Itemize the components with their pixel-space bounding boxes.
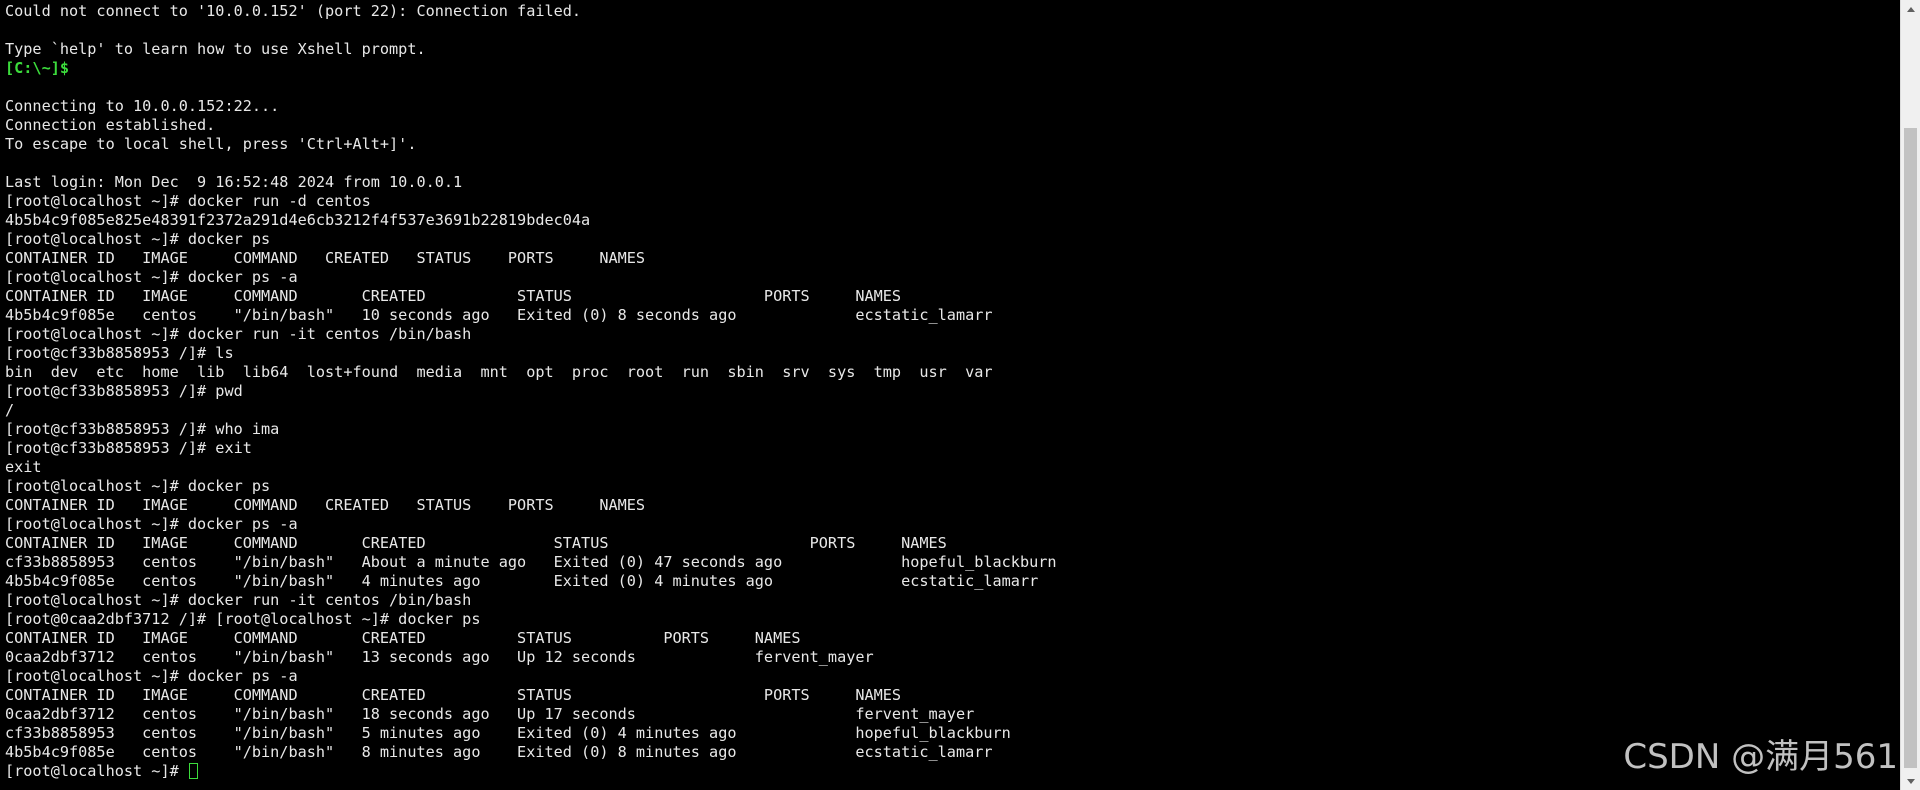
- terminal-line-text: Could not connect to '10.0.0.152' (port …: [5, 2, 582, 20]
- terminal-line-text: /: [5, 401, 15, 419]
- terminal-line: exit: [5, 458, 1057, 477]
- terminal-line-text: 4b5b4c9f085e centos "/bin/bash" 10 secon…: [5, 306, 993, 324]
- terminal-line-text: 4b5b4c9f085e centos "/bin/bash" 8 minute…: [5, 743, 993, 761]
- terminal-line-text: CONTAINER ID IMAGE COMMAND CREATED STATU…: [5, 534, 947, 552]
- terminal-line: CONTAINER ID IMAGE COMMAND CREATED STATU…: [5, 287, 1057, 306]
- terminal-line: [root@cf33b8858953 /]# pwd: [5, 382, 1057, 401]
- terminal-line: 4b5b4c9f085e centos "/bin/bash" 8 minute…: [5, 743, 1057, 762]
- terminal-line: Could not connect to '10.0.0.152' (port …: [5, 2, 1057, 21]
- terminal-line-text: [root@0caa2dbf3712 /]# [root@localhost ~…: [5, 610, 481, 628]
- terminal-lines: Could not connect to '10.0.0.152' (port …: [5, 2, 1057, 781]
- terminal-line: [root@localhost ~]# docker run -it cento…: [5, 325, 1057, 344]
- terminal-line: cf33b8858953 centos "/bin/bash" About a …: [5, 553, 1057, 572]
- terminal-line: [root@localhost ~]#: [5, 762, 1057, 781]
- terminal-line: 4b5b4c9f085e centos "/bin/bash" 4 minute…: [5, 572, 1057, 591]
- terminal-line: [root@cf33b8858953 /]# exit: [5, 439, 1057, 458]
- terminal-line-text: [root@localhost ~]# docker ps: [5, 477, 271, 495]
- terminal-line: [root@localhost ~]# docker ps: [5, 477, 1057, 496]
- terminal-line-text: CONTAINER ID IMAGE COMMAND CREATED STATU…: [5, 287, 902, 305]
- terminal-line-text: Last login: Mon Dec 9 16:52:48 2024 from…: [5, 173, 463, 191]
- terminal-line-text: [root@localhost ~]# docker ps: [5, 230, 271, 248]
- terminal-line-text: 4b5b4c9f085e825e48391f2372a291d4e6cb3212…: [5, 211, 591, 229]
- terminal-line: CONTAINER ID IMAGE COMMAND CREATED STATU…: [5, 629, 1057, 648]
- terminal-line: [root@localhost ~]# docker run -it cento…: [5, 591, 1057, 610]
- terminal-line: 0caa2dbf3712 centos "/bin/bash" 18 secon…: [5, 705, 1057, 724]
- terminal-line: CONTAINER ID IMAGE COMMAND CREATED STATU…: [5, 496, 1057, 515]
- local-shell-prompt: [C:\~]$: [5, 59, 1057, 78]
- terminal-line: [root@cf33b8858953 /]# ls: [5, 344, 1057, 363]
- terminal-line-text: Connecting to 10.0.0.152:22...: [5, 97, 280, 115]
- terminal-line: 0caa2dbf3712 centos "/bin/bash" 13 secon…: [5, 648, 1057, 667]
- terminal-line: Last login: Mon Dec 9 16:52:48 2024 from…: [5, 173, 1057, 192]
- terminal-line: Connection established.: [5, 116, 1057, 135]
- terminal-line: bin dev etc home lib lib64 lost+found me…: [5, 363, 1057, 382]
- terminal-line: [root@localhost ~]# docker ps: [5, 230, 1057, 249]
- chevron-up-icon: [1906, 6, 1915, 12]
- terminal-line-text: To escape to local shell, press 'Ctrl+Al…: [5, 135, 417, 153]
- terminal-line-text: CONTAINER ID IMAGE COMMAND CREATED STATU…: [5, 249, 646, 267]
- vertical-scrollbar[interactable]: [1900, 0, 1920, 790]
- terminal-line: [root@localhost ~]# docker ps -a: [5, 515, 1057, 534]
- terminal-line-text: [root@cf33b8858953 /]# exit: [5, 439, 252, 457]
- terminal-line-text: [root@localhost ~]# docker run -it cento…: [5, 325, 472, 343]
- terminal-line: [root@0caa2dbf3712 /]# [root@localhost ~…: [5, 610, 1057, 629]
- terminal-line: CONTAINER ID IMAGE COMMAND CREATED STATU…: [5, 249, 1057, 268]
- terminal-line: 4b5b4c9f085e centos "/bin/bash" 10 secon…: [5, 306, 1057, 325]
- terminal-line-text: [root@cf33b8858953 /]# pwd: [5, 382, 243, 400]
- terminal-line: /: [5, 401, 1057, 420]
- terminal-line-text: [root@localhost ~]# docker ps -a: [5, 667, 298, 685]
- terminal-line: [root@cf33b8858953 /]# who ima: [5, 420, 1057, 439]
- terminal-line-text: 4b5b4c9f085e centos "/bin/bash" 4 minute…: [5, 572, 1039, 590]
- terminal-line: [root@localhost ~]# docker ps -a: [5, 667, 1057, 686]
- terminal-line-text: [root@localhost ~]# docker run -d centos: [5, 192, 371, 210]
- watermark: CSDN @满月561: [1623, 737, 1898, 777]
- chevron-down-icon: [1906, 778, 1915, 784]
- terminal-line-text: CONTAINER ID IMAGE COMMAND CREATED STATU…: [5, 686, 902, 704]
- terminal-line-text: [root@localhost ~]#: [5, 762, 188, 780]
- text-cursor: [188, 763, 198, 779]
- terminal-line-text: cf33b8858953 centos "/bin/bash" About a …: [5, 553, 1057, 571]
- terminal-line: Type `help' to learn how to use Xshell p…: [5, 40, 1057, 59]
- scrollbar-thumb[interactable]: [1904, 128, 1917, 768]
- terminal-line-text: bin dev etc home lib lib64 lost+found me…: [5, 363, 993, 381]
- terminal-line-text: Type `help' to learn how to use Xshell p…: [5, 40, 426, 58]
- terminal-line-text: [root@localhost ~]# docker ps -a: [5, 268, 298, 286]
- scroll-up-button[interactable]: [1901, 0, 1920, 18]
- terminal-line: To escape to local shell, press 'Ctrl+Al…: [5, 135, 1057, 154]
- terminal-line-text: CONTAINER ID IMAGE COMMAND CREATED STATU…: [5, 496, 646, 514]
- terminal-line-text: [root@cf33b8858953 /]# who ima: [5, 420, 280, 438]
- terminal-line-text: 0caa2dbf3712 centos "/bin/bash" 18 secon…: [5, 705, 975, 723]
- terminal-line: 4b5b4c9f085e825e48391f2372a291d4e6cb3212…: [5, 211, 1057, 230]
- terminal-output[interactable]: Could not connect to '10.0.0.152' (port …: [0, 0, 1900, 790]
- terminal-line-text: [C:\~]$: [5, 59, 70, 77]
- terminal-line: CONTAINER ID IMAGE COMMAND CREATED STATU…: [5, 534, 1057, 553]
- terminal-line-text: [root@localhost ~]# docker run -it cento…: [5, 591, 472, 609]
- terminal-line-text: 0caa2dbf3712 centos "/bin/bash" 13 secon…: [5, 648, 874, 666]
- terminal-line: [root@localhost ~]# docker ps -a: [5, 268, 1057, 287]
- terminal-line-text: [root@cf33b8858953 /]# ls: [5, 344, 234, 362]
- terminal-line-text: cf33b8858953 centos "/bin/bash" 5 minute…: [5, 724, 1011, 742]
- terminal-line-text: Connection established.: [5, 116, 216, 134]
- terminal-line: cf33b8858953 centos "/bin/bash" 5 minute…: [5, 724, 1057, 743]
- terminal-line: Connecting to 10.0.0.152:22...: [5, 97, 1057, 116]
- terminal-line: CONTAINER ID IMAGE COMMAND CREATED STATU…: [5, 686, 1057, 705]
- terminal-line: [root@localhost ~]# docker run -d centos: [5, 192, 1057, 211]
- terminal-line-text: [root@localhost ~]# docker ps -a: [5, 515, 298, 533]
- terminal-line-text: exit: [5, 458, 42, 476]
- scroll-down-button[interactable]: [1901, 772, 1920, 790]
- terminal-line-text: CONTAINER ID IMAGE COMMAND CREATED STATU…: [5, 629, 801, 647]
